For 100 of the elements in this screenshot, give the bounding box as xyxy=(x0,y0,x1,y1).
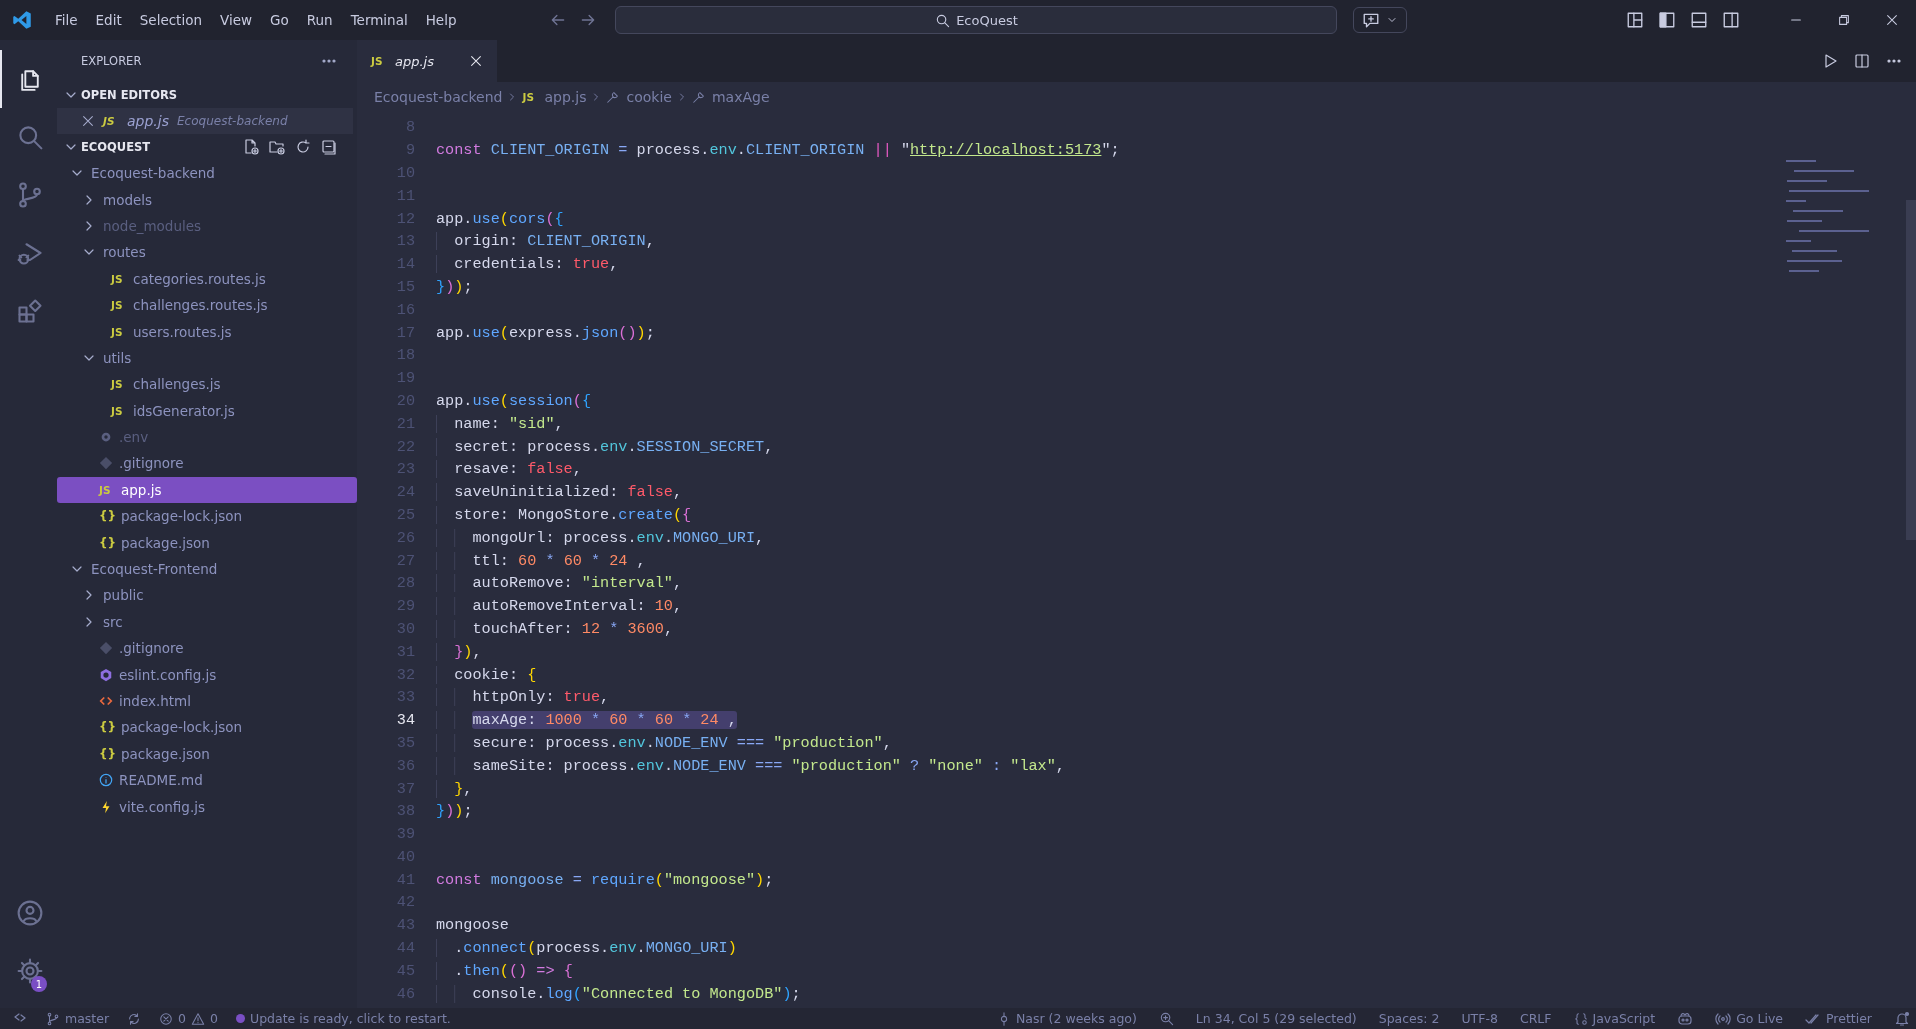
code-line: app.use(cors({ xyxy=(436,209,564,228)
js-file-icon: JS xyxy=(111,404,127,417)
menu-item[interactable]: Go xyxy=(261,8,298,32)
tree-entry[interactable]: {} package-lock.json xyxy=(57,503,357,530)
branch-button[interactable]: master xyxy=(46,1011,110,1026)
update-notice[interactable]: Update is ready, click to restart. xyxy=(250,1011,451,1026)
code-line: secure: process.env.NODE_ENV === "production", xyxy=(436,733,892,752)
code-line: }), xyxy=(436,642,482,661)
menu-item[interactable]: File xyxy=(46,8,87,32)
breadcrumb-item[interactable]: cookie xyxy=(606,89,672,105)
code-line: sameSite: process.env.NODE_ENV === "production" ? "none" : "lax", xyxy=(436,756,1065,775)
menu-item[interactable]: Help xyxy=(416,8,466,32)
restore-icon xyxy=(1837,13,1851,27)
js-file-icon: JS xyxy=(103,115,119,127)
breadcrumb-item[interactable]: JS app.js xyxy=(522,89,587,105)
code-line: app.use(session({ xyxy=(436,391,591,410)
line-number: 25 xyxy=(395,505,416,524)
tree-entry[interactable]: JS app.js xyxy=(57,476,357,504)
line-number: 21 xyxy=(395,414,416,433)
status-item[interactable]: UTF-8 xyxy=(1461,1011,1498,1026)
code-line: mongoose xyxy=(436,916,509,935)
tree-entry[interactable]: JS users.routes.js xyxy=(57,318,357,345)
line-number: 44 xyxy=(395,939,416,958)
prettier-button[interactable]: Prettier xyxy=(1805,1010,1872,1027)
js-file-icon: JS xyxy=(111,378,127,391)
json-file-icon: {} xyxy=(99,746,115,761)
tree-entry[interactable]: .gitignore xyxy=(57,450,357,477)
tree-entry[interactable]: JS idsGenerator.js xyxy=(57,397,357,424)
menu-item[interactable]: Run xyxy=(297,8,342,32)
copilot-icon xyxy=(1677,1010,1694,1027)
tree-entry[interactable]: utils xyxy=(57,344,357,372)
account-icon xyxy=(15,899,44,927)
secondary-sidebar-icon xyxy=(1722,11,1740,29)
line-number: 28 xyxy=(395,574,416,593)
activity-button[interactable]: 1 xyxy=(0,942,57,1000)
line-number: 17 xyxy=(395,323,416,342)
search-icon xyxy=(935,12,951,28)
go-live-button[interactable]: Go Live xyxy=(1715,1010,1783,1027)
editor-tab[interactable]: JS app.js xyxy=(357,40,497,82)
code-line: console.log("Connected to MongoDB"); xyxy=(436,984,801,1003)
line-number: 42 xyxy=(395,893,416,912)
tree-entry[interactable]: JS categories.routes.js xyxy=(57,265,357,292)
chat-button[interactable] xyxy=(1353,7,1408,33)
language-mode[interactable]: JavaScript xyxy=(1573,1011,1656,1026)
wrench-icon xyxy=(606,90,621,104)
menu-item[interactable]: View xyxy=(210,8,261,32)
tree-entry[interactable]: eslint.config.js xyxy=(57,661,357,688)
section-header[interactable]: ECOQUEST xyxy=(57,134,357,160)
line-number: 29 xyxy=(395,597,416,616)
code-line: .connect(process.env.MONGO_URI) xyxy=(436,939,737,958)
tree-entry[interactable]: public xyxy=(57,582,357,609)
line-number: 37 xyxy=(395,779,416,798)
split-editor-icon xyxy=(1854,53,1870,69)
tree-entry[interactable]: .gitignore xyxy=(57,635,357,662)
status-item[interactable]: Ln 34, Col 5 (29 selected) xyxy=(1195,1011,1357,1026)
line-number: 34 xyxy=(395,711,416,730)
hexagon-icon xyxy=(99,667,113,682)
tree-entry[interactable]: {} package-lock.json xyxy=(57,714,357,741)
close-icon xyxy=(1885,13,1899,27)
tree-entry[interactable]: index.html xyxy=(57,687,357,715)
tree-entry[interactable]: {} package.json xyxy=(57,529,357,556)
code-line: const mongoose = require("mongoose"); xyxy=(436,870,774,889)
notification-badge: 1 xyxy=(31,976,47,992)
tree-entry[interactable]: src xyxy=(57,608,357,636)
line-number: 30 xyxy=(395,619,416,638)
tree-entry[interactable]: routes xyxy=(57,239,357,266)
section-header[interactable]: OPEN EDITORS xyxy=(57,82,357,108)
tree-entry[interactable]: README.md xyxy=(57,767,357,794)
menu-item[interactable]: Edit xyxy=(86,8,131,32)
tree-entry[interactable]: {} package.json xyxy=(57,740,357,767)
open-editor-item[interactable]: JS app.js Ecoquest-backend xyxy=(57,108,353,134)
tree-entry[interactable]: JS challenges.js xyxy=(57,371,357,398)
braces-icon xyxy=(1573,1011,1588,1026)
menu-item[interactable]: Terminal xyxy=(341,8,417,32)
line-number: 15 xyxy=(395,277,416,296)
command-search-field[interactable]: EcoQuest xyxy=(615,6,1338,34)
line-number: 45 xyxy=(395,961,416,980)
status-item[interactable]: Spaces: 2 xyxy=(1378,1011,1440,1026)
line-number: 10 xyxy=(395,164,416,182)
tree-entry[interactable]: models xyxy=(57,186,357,213)
code-line: secret: process.env.SESSION_SECRET, xyxy=(436,437,774,456)
error-icon xyxy=(159,1011,174,1026)
line-number: 35 xyxy=(395,733,416,752)
new-folder-icon xyxy=(269,139,285,155)
tree-entry[interactable]: JS challenges.routes.js xyxy=(57,291,357,319)
status-item[interactable]: CRLF xyxy=(1519,1011,1552,1026)
breadcrumb-item[interactable]: Ecoquest-backend xyxy=(374,89,503,105)
line-number: 38 xyxy=(395,802,416,821)
blame-item[interactable]: Nasr (2 weeks ago) xyxy=(996,1011,1137,1026)
problems-button[interactable]: 0 0 xyxy=(159,1011,218,1026)
tree-entry[interactable]: vite.config.js xyxy=(57,793,357,820)
menu-item[interactable]: Selection xyxy=(130,8,211,32)
code-line: cookie: { xyxy=(436,665,537,684)
code-line: credentials: true, xyxy=(436,255,619,274)
breadcrumb-item[interactable]: maxAge xyxy=(691,89,770,105)
warning-icon xyxy=(191,1011,206,1026)
json-file-icon: {} xyxy=(99,535,115,550)
tree-entry[interactable]: Ecoquest-Frontend xyxy=(57,555,357,583)
line-number: 46 xyxy=(395,984,416,1003)
tree-entry[interactable]: Ecoquest-backend xyxy=(57,160,357,187)
